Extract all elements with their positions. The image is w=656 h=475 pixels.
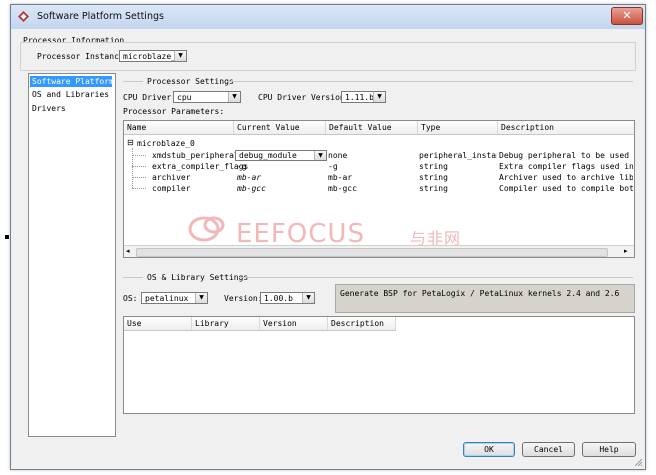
column-header-type[interactable]: Type	[418, 121, 498, 134]
tree-group-name: microblaze_0	[137, 139, 195, 148]
cpu-driver-label: CPU Driver:	[123, 93, 176, 102]
os-select[interactable]: petalinux ▼	[141, 292, 208, 304]
chevron-down-icon: ▼	[373, 92, 385, 102]
param-current-value: mb-gcc	[237, 184, 266, 193]
window-title: Software Platform Settings	[37, 11, 164, 22]
processor-parameters-label: Processor Parameters:	[123, 107, 225, 116]
chevron-down-icon: ▼	[195, 293, 207, 303]
sidebar-nav: Software Platform OS and Libraries Drive…	[28, 73, 116, 437]
chevron-down-icon: ▼	[302, 293, 314, 303]
edge-marker	[5, 235, 9, 239]
os-label: OS:	[123, 294, 138, 303]
table-header: Use Library Version Description	[124, 317, 396, 331]
param-default-value: -g	[328, 162, 338, 171]
close-icon: ✕	[622, 9, 632, 22]
column-header-default-value[interactable]: Default Value	[326, 121, 418, 134]
sidebar-item-drivers[interactable]: Drivers	[30, 103, 112, 114]
os-version-select[interactable]: 1.00.b ▼	[260, 292, 315, 304]
title-bar[interactable]: Software Platform Settings ✕	[11, 5, 645, 29]
param-default-value: none	[328, 151, 348, 160]
cpu-driver-version-value: 1.11.b	[345, 93, 374, 102]
cpu-driver-value: cpu	[177, 93, 192, 102]
table-row[interactable]: archiver mb-ar mb-ar string Archiver use…	[124, 172, 634, 183]
table-row[interactable]: xmdstub_peripheral debug_module ▼ none p…	[124, 150, 634, 161]
os-version-value: 1.00.b	[264, 294, 293, 303]
processor-instance-label: Processor Instance:	[37, 52, 129, 61]
param-type: peripheral_instance	[419, 151, 497, 160]
column-header-library[interactable]: Library	[192, 317, 260, 330]
os-description-box: Generate BSP for PetaLogix / PetaLinux k…	[335, 284, 635, 313]
param-description: Archiver used to archive librarie	[499, 173, 633, 182]
settings-dialog: Software Platform Settings ✕ Processor I…	[10, 4, 646, 470]
watermark-logo	[188, 216, 225, 242]
os-settings-rule-left	[123, 277, 143, 278]
processor-parameters-table: Name Current Value Default Value Type De…	[123, 120, 635, 258]
cpu-driver-version-select[interactable]: 1.11.b ▼	[341, 91, 386, 103]
cpu-driver-select[interactable]: cpu ▼	[173, 91, 241, 103]
processor-instance-select[interactable]: microblaze_0 ▼	[119, 50, 187, 62]
param-description: Extra compiler flags used in BSP	[499, 162, 633, 171]
os-settings-legend: OS & Library Settings	[147, 273, 249, 282]
param-default-value: mb-ar	[328, 173, 353, 182]
column-header-current-value[interactable]: Current Value	[234, 121, 326, 134]
param-default-value: mb-gcc	[328, 184, 357, 193]
column-header-version[interactable]: Version	[260, 317, 328, 330]
param-type: string	[419, 162, 448, 171]
close-button[interactable]: ✕	[611, 7, 643, 25]
sidebar-item-os-and-libraries[interactable]: OS and Libraries	[30, 89, 112, 100]
tree-guide-line	[132, 177, 146, 178]
chevron-down-icon: ▼	[174, 51, 186, 61]
param-current-value: mb-ar	[237, 173, 262, 182]
param-name: archiver	[152, 173, 191, 182]
column-header-description[interactable]: Description	[498, 121, 634, 134]
tree-expander-icon[interactable]: ⊟	[127, 138, 134, 148]
param-type: string	[419, 173, 448, 182]
processor-instance-value: microblaze_0	[123, 52, 181, 61]
scrollbar-thumb[interactable]	[136, 248, 608, 257]
param-name: compiler	[152, 184, 191, 193]
table-header: Name Current Value Default Value Type De…	[124, 121, 634, 135]
processor-settings-legend: Processor Settings	[147, 77, 234, 86]
tree-guide-line	[132, 166, 146, 167]
resize-grip-icon[interactable]	[633, 457, 643, 467]
param-name: xmdstub_peripheral	[152, 151, 239, 160]
os-description: Generate BSP for PetaLogix / PetaLinux k…	[340, 289, 620, 298]
os-settings-rule-right	[239, 277, 633, 278]
cpu-driver-version-label: CPU Driver Version:	[258, 93, 350, 102]
param-type: string	[419, 184, 448, 193]
param-current-value: -g	[237, 162, 247, 171]
cancel-button[interactable]: Cancel	[522, 442, 575, 457]
processor-settings-rule-left	[123, 81, 143, 82]
param-description: Compiler used to compile both BSP	[499, 184, 633, 193]
ok-button[interactable]: OK	[463, 442, 515, 457]
processor-settings-rule-right	[227, 81, 633, 82]
column-header-description[interactable]: Description	[328, 317, 396, 330]
param-current-value-select[interactable]: debug_module ▼	[235, 150, 327, 161]
chevron-down-icon: ▼	[228, 92, 240, 102]
column-header-use[interactable]: Use	[124, 317, 192, 330]
param-name: extra_compiler_flags	[152, 162, 249, 171]
horizontal-scrollbar[interactable]: ◂ ▸	[124, 245, 634, 257]
sidebar-item-software-platform[interactable]: Software Platform	[30, 76, 114, 87]
chevron-down-icon: ▼	[314, 151, 326, 160]
platform-diamond-icon	[18, 11, 29, 22]
scroll-right-icon[interactable]: ▸	[624, 247, 628, 255]
os-value: petalinux	[145, 294, 189, 303]
tree-guide-line	[132, 155, 146, 156]
library-table: Use Library Version Description	[123, 316, 635, 414]
os-version-label: Version:	[224, 294, 263, 303]
help-button[interactable]: Help	[582, 442, 636, 457]
param-description: Debug peripheral to be used with x	[499, 151, 633, 160]
column-header-name[interactable]: Name	[124, 121, 234, 134]
param-current-value: debug_module	[239, 151, 297, 160]
table-row[interactable]: compiler mb-gcc mb-gcc string Compiler u…	[124, 183, 634, 194]
scroll-left-icon[interactable]: ◂	[126, 247, 130, 255]
tree-guide-line	[132, 188, 146, 189]
table-row[interactable]: extra_compiler_flags -g -g string Extra …	[124, 161, 634, 172]
